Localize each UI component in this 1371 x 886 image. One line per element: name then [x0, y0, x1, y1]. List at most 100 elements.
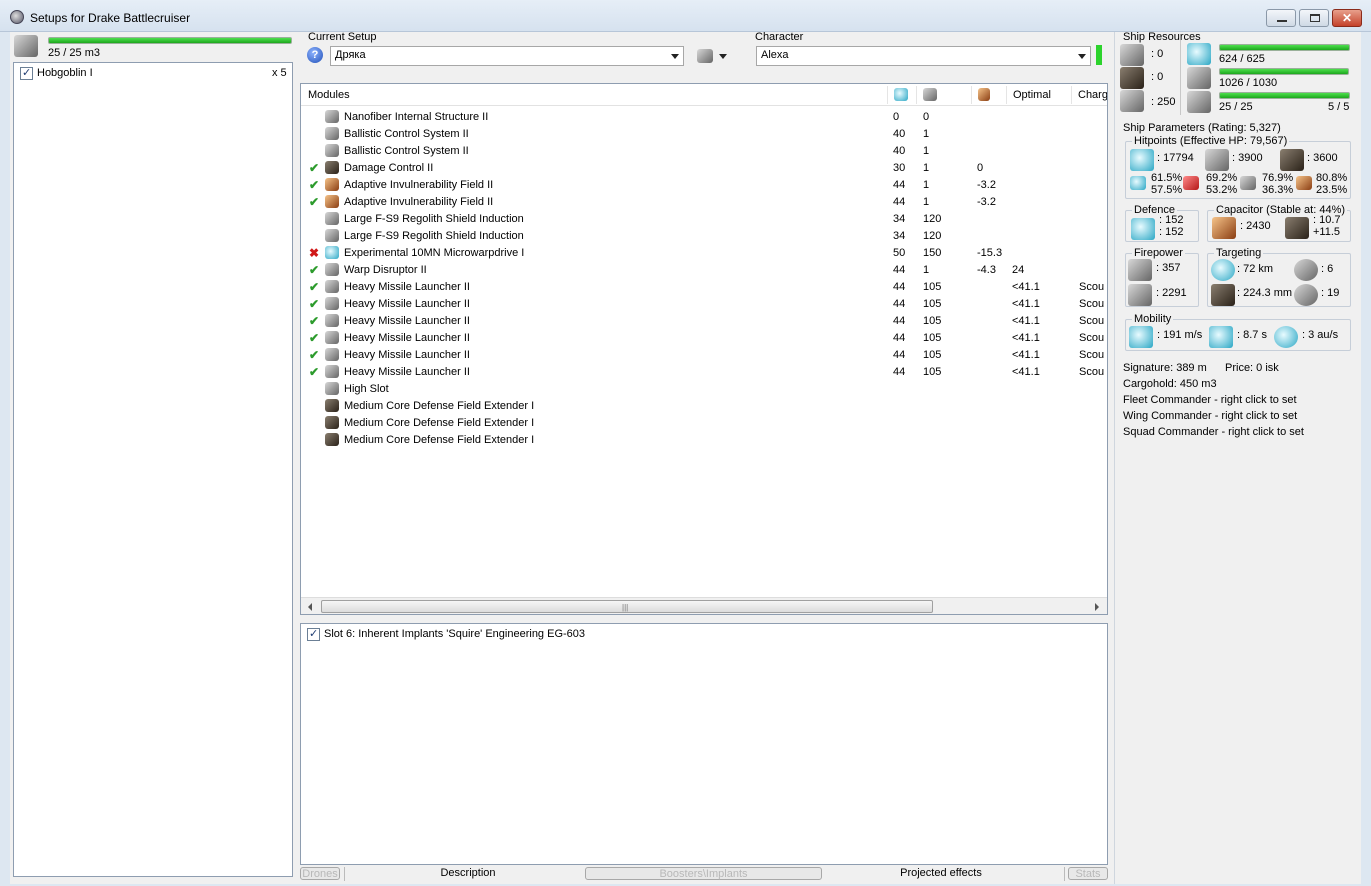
align-time: : 8.7 s — [1237, 329, 1267, 341]
module-row[interactable]: Ballistic Control System II 40 1 — [301, 142, 1107, 159]
module-row[interactable]: ✔ Heavy Missile Launcher II 44 105 <41.1 Scou — [301, 329, 1107, 346]
character-status-indicator — [1096, 45, 1102, 65]
module-power: 1 — [923, 127, 930, 140]
module-name: Damage Control II — [344, 161, 434, 174]
module-row[interactable]: ✔ Adaptive Invulnerability Field II 44 1 -3.… — [301, 193, 1107, 210]
module-optimal — [1012, 227, 1079, 244]
module-charge — [1079, 414, 1107, 431]
capacitor-icon[interactable] — [978, 88, 990, 101]
module-row[interactable]: Large F-S9 Regolith Shield Induction 34 12… — [301, 210, 1107, 227]
module-row[interactable]: Medium Core Defense Field Extender I — [301, 414, 1107, 431]
module-status: ✔ — [301, 312, 325, 329]
wing-commander[interactable]: Wing Commander - right click to set — [1123, 410, 1297, 422]
scroll-thumb[interactable]: ||| — [321, 600, 933, 613]
module-status: ✔ — [301, 295, 325, 312]
module-power: 105 — [923, 297, 942, 310]
module-cap: 0 — [977, 161, 984, 174]
module-status: ✖ — [301, 244, 325, 261]
module-row[interactable]: Nanofiber Internal Structure II 0 0 — [301, 108, 1107, 125]
modules-rows: Nanofiber Internal Structure II 0 0 Ballist… — [301, 108, 1107, 448]
chevron-down-icon — [1078, 54, 1086, 59]
cpu-value: 624 / 625 — [1219, 53, 1265, 65]
maximize-button[interactable] — [1299, 9, 1329, 27]
module-cpu — [893, 397, 923, 414]
scroll-right-icon[interactable] — [1095, 603, 1099, 611]
module-optimal — [1012, 176, 1079, 193]
drone-item-checkbox[interactable] — [20, 66, 33, 80]
module-cap — [977, 142, 1012, 159]
armor-hp-icon — [1205, 149, 1229, 171]
character-select[interactable]: Alexa — [756, 46, 1091, 66]
module-power — [923, 397, 977, 414]
modules-hscrollbar[interactable]: ||| — [301, 597, 1107, 614]
module-charge — [1079, 380, 1107, 397]
setup-menu-button[interactable] — [697, 49, 728, 63]
module-power: 1 — [923, 263, 930, 276]
active-check-icon: ✔ — [309, 262, 320, 277]
capacitor-recharge-icon — [1285, 217, 1309, 239]
tab-projected-effects[interactable]: Projected effects — [884, 867, 998, 880]
ship-icon — [697, 49, 713, 63]
kinetic-resist-icon — [1240, 176, 1256, 190]
module-row[interactable]: ✔ Damage Control II 30 1 0 — [301, 159, 1107, 176]
module-cpu — [893, 431, 923, 448]
module-row[interactable]: ✔ Heavy Missile Launcher II 44 105 <41.1 Scou — [301, 312, 1107, 329]
tab-boosters-implants[interactable]: Boosters\Implants — [585, 867, 822, 880]
squad-commander[interactable]: Squad Commander - right click to set — [1123, 426, 1304, 438]
module-row[interactable]: ✖ Experimental 10MN Microwarpdrive I 50 150… — [301, 244, 1107, 261]
close-button[interactable]: ✕ — [1332, 9, 1362, 27]
explosive-resist-shield: 80.8% — [1316, 172, 1348, 184]
module-row[interactable]: High Slot — [301, 380, 1107, 397]
module-status — [301, 227, 325, 244]
module-row[interactable]: ✔ Warp Disruptor II 44 1 -4.3 24 — [301, 261, 1107, 278]
module-name: Heavy Missile Launcher II — [344, 365, 470, 378]
module-name: Experimental 10MN Microwarpdrive I — [344, 246, 525, 259]
module-row[interactable]: Medium Core Defense Field Extender I — [301, 397, 1107, 414]
module-row[interactable]: Large F-S9 Regolith Shield Induction 34 12… — [301, 227, 1107, 244]
targeting-range-icon — [1211, 259, 1235, 281]
module-row[interactable]: ✔ Heavy Missile Launcher II 44 105 <41.1 Scou — [301, 363, 1107, 380]
active-check-icon: ✔ — [309, 364, 320, 379]
firepower-title: Firepower — [1132, 247, 1185, 259]
module-row[interactable]: Ballistic Control System II 40 1 — [301, 125, 1107, 142]
fleet-commander[interactable]: Fleet Commander - right click to set — [1123, 394, 1297, 406]
setup-select[interactable]: Дряка — [330, 46, 684, 66]
module-cpu: 0 — [893, 110, 900, 123]
inactive-cross-icon: ✖ — [309, 245, 320, 260]
targeting-range: : 72 km — [1237, 263, 1274, 275]
module-name: Heavy Missile Launcher II — [344, 314, 470, 327]
active-check-icon: ✔ — [309, 313, 320, 328]
module-cpu: 34 — [893, 229, 906, 242]
window-title: Setups for Drake Battlecruiser — [30, 11, 191, 25]
column-modules[interactable]: Modules — [308, 89, 350, 101]
cpu-icon[interactable] — [894, 88, 908, 101]
module-row[interactable]: ✔ Heavy Missile Launcher II 44 105 <41.1 Scou — [301, 346, 1107, 363]
drone-list[interactable]: Hobgoblin I x 5 — [13, 62, 293, 877]
tab-description[interactable]: Description — [418, 867, 518, 880]
implant-checkbox[interactable] — [307, 627, 320, 641]
module-row[interactable]: ✔ Heavy Missile Launcher II 44 105 <41.1 Scou — [301, 295, 1107, 312]
module-optimal — [1012, 397, 1079, 414]
scan-resolution: : 224.3 mm — [1237, 287, 1293, 299]
active-check-icon: ✔ — [309, 177, 320, 192]
scroll-left-icon[interactable] — [308, 603, 312, 611]
module-row[interactable]: ✔ Heavy Missile Launcher II 44 105 <41.1 Scou — [301, 278, 1107, 295]
module-row[interactable]: ✔ Adaptive Invulnerability Field II 44 1 -3.… — [301, 176, 1107, 193]
module-icon — [325, 416, 339, 429]
help-icon[interactable]: ? — [307, 47, 323, 63]
powergrid-icon[interactable] — [923, 88, 937, 101]
module-cpu: 34 — [893, 212, 906, 225]
active-check-icon: ✔ — [309, 279, 320, 294]
tab-drones[interactable]: Drones — [300, 867, 340, 880]
module-row[interactable]: Medium Core Defense Field Extender I — [301, 431, 1107, 448]
price-value: Price: 0 isk — [1225, 362, 1279, 374]
tab-stats[interactable]: Stats — [1068, 867, 1108, 880]
column-optimal[interactable]: Optimal — [1013, 89, 1051, 101]
minimize-button[interactable] — [1266, 9, 1296, 27]
warp-speed: : 3 au/s — [1302, 329, 1339, 341]
module-name: Adaptive Invulnerability Field II — [344, 178, 494, 191]
module-cap — [977, 431, 1012, 448]
module-name: Large F-S9 Regolith Shield Induction — [344, 212, 524, 225]
module-power: 1 — [923, 161, 930, 174]
column-charge[interactable]: Charg — [1078, 89, 1107, 101]
